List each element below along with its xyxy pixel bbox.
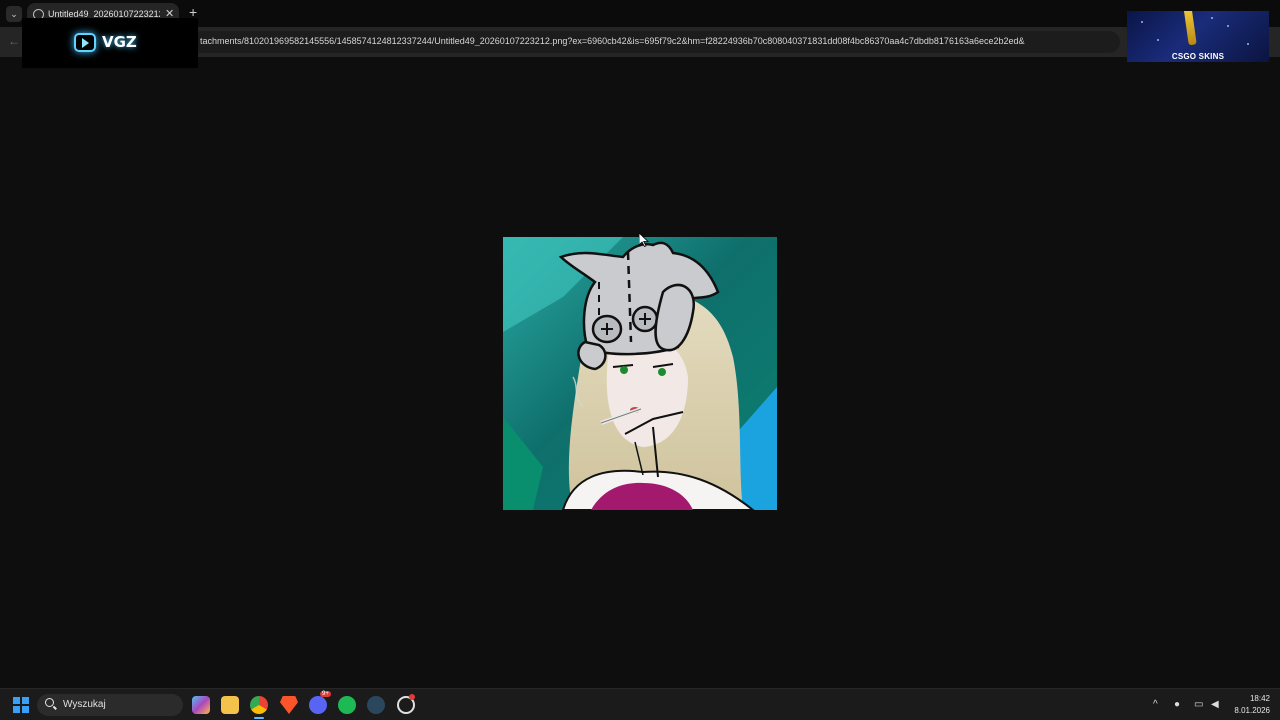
play-icon (74, 33, 96, 52)
url-text: tachments/810201969582145556/14585741248… (200, 36, 1025, 46)
brave-icon[interactable] (280, 696, 298, 714)
csgo-skins-overlay: CSGO SKINS (1127, 11, 1269, 62)
star-icon (1211, 17, 1213, 19)
taskbar-search-box[interactable]: Wyszukaj (37, 694, 183, 716)
viewed-image (503, 237, 777, 510)
steam-icon[interactable] (367, 696, 385, 714)
discord-icon[interactable]: 9+ (309, 691, 331, 714)
spotify-icon[interactable] (338, 696, 356, 714)
chrome-icon[interactable] (250, 696, 268, 719)
taskbar-clock[interactable]: 18:42 8.01.2026 (1230, 693, 1270, 717)
star-icon (1247, 43, 1249, 45)
star-icon (1157, 39, 1159, 41)
clock-date: 8.01.2026 (1234, 706, 1270, 715)
volume-icon[interactable]: ◀ (1211, 699, 1219, 710)
tab-search-button[interactable]: ⌄ (6, 6, 22, 22)
address-bar[interactable]: tachments/810201969582145556/14585741248… (190, 31, 1120, 53)
vgz-logo-text: VGZ (102, 33, 137, 51)
clock-time: 18:42 (1249, 694, 1270, 703)
windows-logo-icon (22, 706, 29, 713)
discord-badge: 9+ (320, 691, 331, 697)
chevron-down-icon: ⌄ (10, 8, 18, 19)
back-button[interactable]: ← (8, 34, 20, 48)
network-icon[interactable]: ▭ (1194, 699, 1203, 710)
notification-dot (409, 694, 415, 700)
file-explorer-icon[interactable] (221, 696, 239, 714)
windows-logo-icon (22, 697, 29, 704)
taskbar: Wyszukaj 9+ ^ ● ▭ ◀ 18:42 8.01.2026 (0, 688, 1280, 720)
search-icon (45, 698, 54, 707)
microphone-icon[interactable]: ● (1174, 699, 1180, 710)
star-icon (1141, 21, 1143, 23)
knife-icon (1183, 11, 1197, 46)
windows-logo-icon (13, 706, 20, 713)
search-placeholder: Wyszukaj (63, 699, 106, 710)
obs-icon[interactable] (397, 694, 415, 714)
star-icon (1227, 25, 1229, 27)
copilot-icon[interactable] (192, 696, 210, 714)
chevron-up-icon[interactable]: ^ (1153, 699, 1158, 710)
windows-logo-icon (13, 697, 20, 704)
drawing-illustration (503, 237, 777, 510)
vgz-overlay: VGZ (22, 18, 198, 68)
vgz-logo: VGZ (74, 31, 144, 55)
csgo-skins-logo-text: CSGO SKINS (1171, 52, 1225, 61)
start-button[interactable] (13, 697, 29, 713)
mouse-cursor-icon (639, 233, 649, 247)
